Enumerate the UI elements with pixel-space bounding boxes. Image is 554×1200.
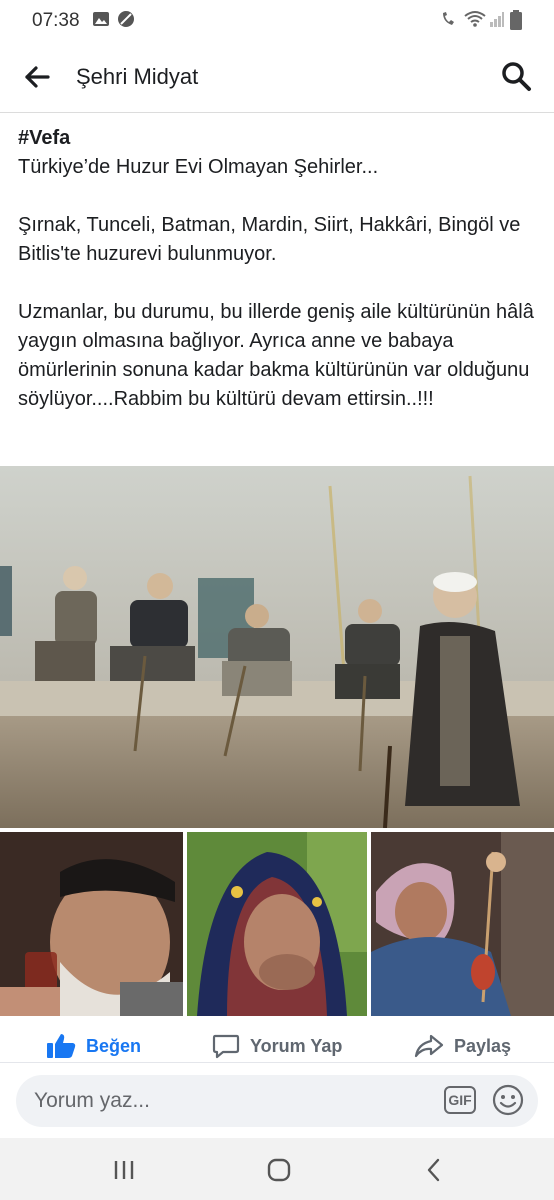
post-photo-4[interactable] bbox=[371, 832, 554, 1016]
comment-placeholder: Yorum yaz... bbox=[34, 1089, 150, 1112]
wifi-icon bbox=[464, 11, 486, 27]
like-label: Beğen bbox=[86, 1035, 142, 1056]
comment-button[interactable]: Yorum Yap bbox=[212, 1032, 342, 1060]
share-button[interactable]: Paylaş bbox=[414, 1032, 511, 1060]
recent-apps-icon[interactable] bbox=[110, 1156, 138, 1184]
home-icon[interactable] bbox=[265, 1156, 293, 1184]
status-time: 07:38 bbox=[32, 10, 80, 31]
like-button[interactable]: Beğen bbox=[46, 1032, 141, 1060]
post-paragraph-3: Uzmanlar, bu durumu, bu illerde geniş ai… bbox=[18, 301, 534, 410]
blocked-icon bbox=[118, 11, 134, 27]
wifi-call-icon bbox=[443, 12, 454, 25]
post-body: #Vefa Türkiye’de Huzur Evi Olmayan Şehir… bbox=[18, 124, 538, 414]
comment-label: Yorum Yap bbox=[250, 1035, 343, 1056]
share-label: Paylaş bbox=[454, 1035, 512, 1056]
post-line-1: Türkiye’de Huzur Evi Olmayan Şehirler... bbox=[18, 156, 379, 178]
page-title: Şehri Midyat bbox=[76, 64, 199, 89]
search-icon[interactable] bbox=[500, 60, 532, 92]
emoji-icon[interactable] bbox=[492, 1084, 524, 1116]
signal-icon bbox=[490, 12, 504, 27]
comment-bubble-icon bbox=[212, 1034, 240, 1059]
back-arrow-icon[interactable] bbox=[22, 62, 52, 92]
battery-icon bbox=[510, 10, 522, 30]
comment-input[interactable]: Yorum yaz... GIF bbox=[16, 1075, 538, 1127]
post-photo-3[interactable] bbox=[187, 832, 367, 1016]
thumbs-up-icon bbox=[47, 1034, 76, 1058]
back-nav-icon[interactable] bbox=[420, 1156, 448, 1184]
post-hashtag[interactable]: #Vefa bbox=[18, 124, 538, 153]
app-header: Şehri Midyat bbox=[0, 42, 554, 113]
post-paragraph-2: Şırnak, Tunceli, Batman, Mardin, Siirt, … bbox=[18, 214, 521, 265]
system-nav-bar bbox=[0, 1138, 554, 1200]
gif-button[interactable]: GIF bbox=[444, 1086, 476, 1114]
status-bar: 07:38 bbox=[0, 0, 554, 42]
comment-bar: Yorum yaz... GIF bbox=[0, 1062, 554, 1139]
post-photo-2[interactable] bbox=[0, 832, 183, 1016]
share-arrow-icon bbox=[414, 1034, 444, 1058]
post-photo-main[interactable] bbox=[0, 466, 554, 828]
gallery-icon bbox=[93, 12, 109, 26]
